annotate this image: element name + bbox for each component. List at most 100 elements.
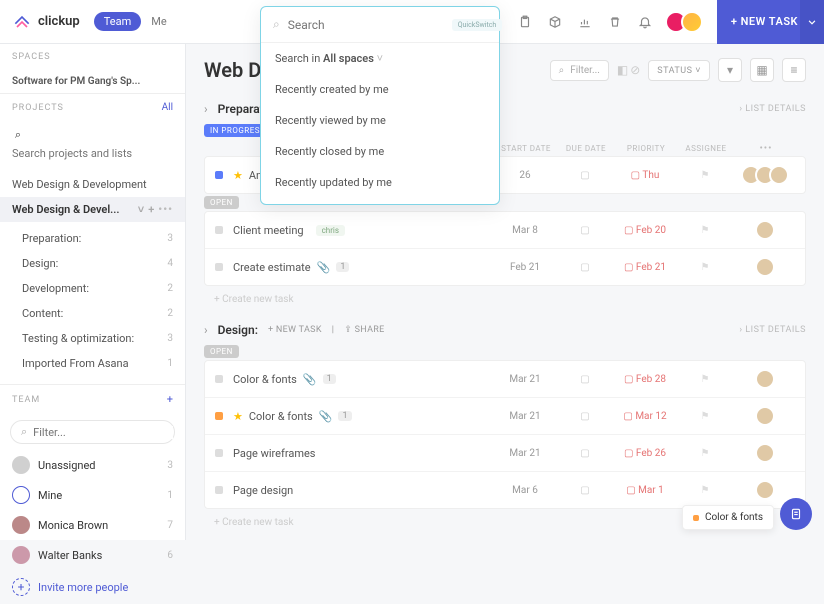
search-option[interactable]: Recently created by me (261, 74, 499, 105)
avatar (755, 443, 775, 463)
team-member[interactable]: Walter Banks6 (0, 540, 185, 570)
me-link[interactable]: Me (151, 15, 166, 28)
assignees[interactable] (735, 443, 795, 463)
task-row[interactable]: Page design Mar 6 ▢ ▢ Mar 1 ⚑ (205, 472, 805, 508)
task-name: Create estimate 📎 1 (233, 261, 495, 274)
updated-date: Mar 21 (495, 411, 555, 422)
due-date[interactable]: ▢ Mar 12 (615, 411, 675, 422)
section-share[interactable]: ⇪ SHARE (344, 325, 384, 335)
start-date[interactable]: ▢ (555, 225, 615, 236)
chart-icon[interactable] (577, 14, 593, 30)
minimized-task-card[interactable]: Color & fonts (682, 505, 774, 530)
start-date[interactable]: ▢ (555, 170, 615, 181)
priority-flag[interactable]: ⚑ (675, 225, 735, 236)
breadcrumb[interactable]: Software for PM Gang's Sp... (0, 70, 185, 94)
trash-icon[interactable] (607, 14, 623, 30)
clipboard-icon[interactable] (517, 14, 533, 30)
sidebar-list[interactable]: Content:2 (0, 301, 185, 326)
team-member[interactable]: Unassigned3 (0, 450, 185, 480)
search-option[interactable]: Recently viewed by me (261, 105, 499, 136)
search-option[interactable]: Recently updated by me (261, 167, 499, 198)
section-header[interactable]: ›Development:+ NEW TASK|⇪ SHARE› LIST DE… (204, 536, 806, 540)
projects-search-input[interactable] (10, 143, 175, 164)
sidebar-list[interactable]: Design:4 (0, 251, 185, 276)
new-task-button[interactable]: + NEW TASK (717, 0, 812, 44)
team-filter[interactable]: ⌕ (10, 420, 175, 444)
due-date[interactable]: ▢ Feb 28 (615, 374, 675, 385)
updated-date: Feb 21 (495, 262, 555, 273)
view-button[interactable]: ▦ (750, 58, 774, 82)
filter-box[interactable]: ⌕Filter... (550, 60, 609, 81)
list-details[interactable]: › LIST DETAILS (739, 104, 806, 114)
sidebar-project[interactable]: Web Design & Devel...˅+••• (0, 197, 185, 222)
section-new-task[interactable]: + NEW TASK (268, 325, 322, 335)
logo[interactable]: clickup (12, 12, 80, 32)
team-member[interactable]: Monica Brown7 (0, 510, 185, 540)
assignees[interactable] (735, 165, 795, 185)
invite-people[interactable]: + Invite more people (0, 570, 185, 604)
more-icon[interactable]: ••• (736, 143, 796, 154)
task-row[interactable]: Page wireframes Mar 21 ▢ ▢ Feb 26 ⚑ (205, 435, 805, 472)
projects-search[interactable]: ⌕ (0, 121, 185, 170)
assignees[interactable] (735, 406, 795, 426)
due-date[interactable]: ▢ Feb 26 (615, 448, 675, 459)
start-date[interactable]: ▢ (555, 411, 615, 422)
priority-flag[interactable]: ⚑ (675, 485, 735, 496)
team-member[interactable]: Mine1 (0, 480, 185, 510)
search-icon: ⌕ (273, 17, 280, 32)
create-task[interactable]: + Create new task (204, 286, 806, 313)
task-row[interactable]: ★ Color & fonts 📎 1 Mar 21 ▢ ▢ Mar 12 ⚑ (205, 398, 805, 435)
start-date[interactable]: ▢ (555, 262, 615, 273)
sidebar-list[interactable]: Development:2 (0, 276, 185, 301)
priority-flag[interactable]: ⚑ (675, 448, 735, 459)
avatar (755, 480, 775, 500)
search-scope[interactable]: Search in All spaces ˅ (261, 43, 499, 74)
sidebar-list[interactable]: Testing & optimization:3 (0, 326, 185, 351)
list-details[interactable]: › LIST DETAILS (739, 325, 806, 335)
search-option[interactable]: Recently closed by me (261, 136, 499, 167)
sidebar-list[interactable]: Preparation:3 (0, 226, 185, 251)
more-button[interactable]: ≡ (782, 58, 806, 82)
updated-date: Mar 6 (495, 485, 555, 496)
user-avatars[interactable] (671, 11, 703, 33)
quickswitch-badge[interactable]: QuickSwitch (452, 19, 503, 31)
status-pill: OPEN (204, 196, 239, 209)
section-header[interactable]: ›Design:+ NEW TASK|⇪ SHARE› LIST DETAILS (204, 313, 806, 343)
more-icon[interactable]: ••• (158, 203, 173, 216)
start-date[interactable]: ▢ (555, 448, 615, 459)
due-date[interactable]: ▢ Mar 1 (615, 485, 675, 496)
plus-icon[interactable]: + (148, 203, 154, 216)
sidebar-project[interactable]: Web Design & Development (0, 172, 185, 197)
due-date[interactable]: ▢ Feb 21 (615, 262, 675, 273)
projects-all-link[interactable]: All (162, 102, 173, 113)
team-pill[interactable]: Team (94, 12, 142, 31)
priority-flag[interactable]: ⚑ (675, 411, 735, 422)
due-date[interactable]: ▢ Feb 20 (615, 225, 675, 236)
assignees[interactable] (735, 220, 795, 240)
toggle-icons[interactable]: ◧⊘ (617, 63, 640, 77)
assignees[interactable] (735, 369, 795, 389)
priority-flag[interactable]: ⚑ (675, 374, 735, 385)
priority-flag[interactable]: ⚑ (675, 262, 735, 273)
task-row[interactable]: Client meeting chris Mar 8 ▢ ▢ Feb 20 ⚑ (205, 212, 805, 249)
team-filter-input[interactable] (33, 426, 173, 439)
notepad-fab[interactable] (780, 498, 812, 530)
task-row[interactable]: Create estimate 📎 1 Feb 21 ▢ ▢ Feb 21 ⚑ (205, 249, 805, 285)
sidebar-list[interactable]: Imported From Asana1 (0, 351, 185, 376)
global-search-input[interactable] (288, 18, 444, 32)
bell-icon[interactable] (637, 14, 653, 30)
box-icon[interactable] (547, 14, 563, 30)
add-team-icon[interactable]: + (167, 393, 173, 406)
assignees[interactable] (735, 257, 795, 277)
filter-icon-button[interactable]: ▾ (718, 58, 742, 82)
task-row[interactable]: Color & fonts 📎 1 Mar 21 ▢ ▢ Feb 28 ⚑ (205, 361, 805, 398)
status-dropdown[interactable]: STATUS ˅ (648, 60, 710, 81)
due-date[interactable]: ▢ Thu (615, 170, 675, 181)
start-date[interactable]: ▢ (555, 374, 615, 385)
start-date[interactable]: ▢ (555, 485, 615, 496)
new-task-dropdown[interactable] (800, 0, 824, 44)
priority-flag[interactable]: ⚑ (675, 170, 735, 181)
subtask-count: 1 (338, 411, 351, 421)
assignees[interactable] (735, 480, 795, 500)
tag[interactable]: chris (316, 225, 345, 236)
